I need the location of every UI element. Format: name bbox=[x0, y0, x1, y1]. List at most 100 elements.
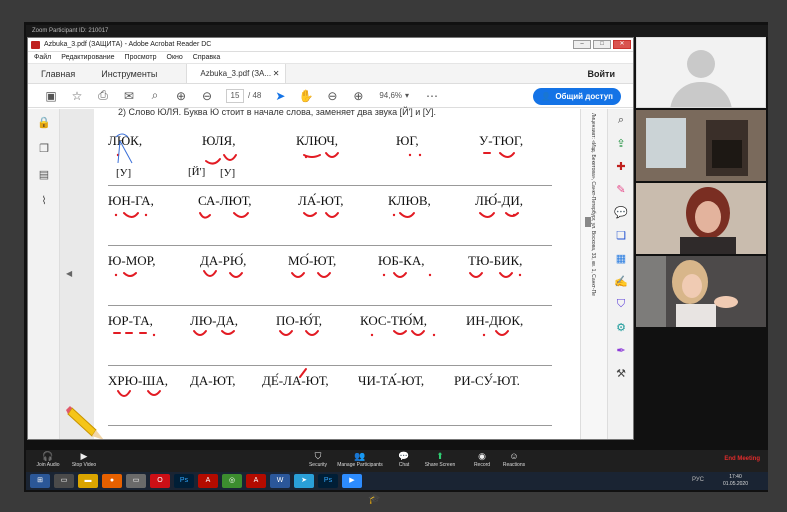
menu-edit[interactable]: Редактирование bbox=[61, 52, 114, 63]
telegram-icon[interactable]: ➤ bbox=[294, 474, 314, 488]
tab-home[interactable]: Главная bbox=[28, 64, 88, 83]
edit-pdf-icon[interactable]: ✎ bbox=[608, 178, 633, 201]
comment-icon[interactable]: 💬 bbox=[608, 201, 633, 224]
hand-tool-icon[interactable]: ✋ bbox=[293, 84, 319, 108]
export-pdf-icon[interactable]: ⇪ bbox=[608, 132, 633, 155]
chrome-icon[interactable]: ◎ bbox=[222, 474, 242, 488]
explorer-icon[interactable]: ▭ bbox=[54, 474, 74, 488]
bookmark-star-icon[interactable]: ☆ bbox=[64, 84, 90, 108]
left-navigation-rail: 🔒 ❐ ▤ ⌇ bbox=[28, 109, 60, 439]
acrobat-window: Azbuka_3.pdf (ЗАЩИТА) - Adobe Acrobat Re… bbox=[27, 37, 634, 440]
page-number-input[interactable]: 15 bbox=[226, 88, 244, 103]
search-icon[interactable]: ⌕ bbox=[142, 84, 168, 108]
acrobat-title: Azbuka_3.pdf (ЗАЩИТА) - Adobe Acrobat Re… bbox=[44, 41, 212, 48]
zoom-in-icon[interactable]: ⊕ bbox=[345, 84, 371, 108]
chat-label: Chat bbox=[398, 462, 410, 468]
ink-mark bbox=[469, 272, 483, 278]
manage-participants-button[interactable]: 👥 Manage Participants bbox=[334, 451, 386, 468]
print-icon[interactable]: ⎙ bbox=[90, 84, 116, 108]
system-tray-language[interactable]: РУС bbox=[692, 477, 704, 483]
ink-mark bbox=[123, 272, 137, 277]
screen: Zoom Participant ID: 210017 Azbuka_3.pdf… bbox=[0, 0, 787, 512]
ink-mark bbox=[505, 212, 519, 217]
app-icon[interactable]: ▭ bbox=[126, 474, 146, 488]
next-page-icon[interactable]: ⊖ bbox=[194, 84, 220, 108]
ink-mark bbox=[499, 152, 515, 158]
email-icon[interactable]: ✉ bbox=[116, 84, 142, 108]
maximize-button[interactable]: □ bbox=[593, 40, 611, 49]
attachment-icon[interactable]: ⌇ bbox=[28, 187, 60, 213]
ink-mark bbox=[279, 330, 293, 336]
share-button[interactable]: 👤 Общий доступ bbox=[533, 88, 621, 105]
menu-help[interactable]: Справка bbox=[193, 52, 220, 63]
ink-mark bbox=[317, 272, 331, 278]
opera-icon[interactable]: O bbox=[150, 474, 170, 488]
ink-mark bbox=[233, 212, 249, 218]
toolbar: ▣ ☆ ⎙ ✉ ⌕ ⊕ ⊖ 15 / 48 ➤ ✋ ⊖ ⊕ 94,6% ▾ ⋯ … bbox=[28, 84, 633, 108]
select-cursor-icon[interactable]: ➤ bbox=[267, 84, 293, 108]
participant-tile-no-video[interactable] bbox=[636, 37, 766, 108]
zoom-tool-icon[interactable]: ⌕ bbox=[608, 109, 633, 132]
reactions-button[interactable]: ☺ Reactions bbox=[492, 451, 536, 468]
zoom-select[interactable]: 94,6% ▾ bbox=[379, 91, 409, 100]
word-icon[interactable]: W bbox=[270, 474, 290, 488]
scroll-thumb[interactable] bbox=[585, 217, 591, 227]
send-for-signature-icon[interactable]: ✒ bbox=[608, 339, 633, 362]
zoom-app-icon[interactable]: ▶ bbox=[342, 474, 362, 488]
photoshop-icon-2[interactable]: Ps bbox=[318, 474, 338, 488]
zoom-out-icon[interactable]: ⊖ bbox=[319, 84, 345, 108]
stop-video-button[interactable]: ▶ Stop Video bbox=[62, 451, 106, 468]
acrobat-reader-icon[interactable]: A bbox=[246, 474, 266, 488]
participant-tile-student[interactable] bbox=[636, 256, 766, 327]
combine-files-icon[interactable]: ❏ bbox=[608, 224, 633, 247]
ink-mark bbox=[393, 272, 407, 278]
record-label: Record bbox=[473, 462, 491, 468]
fill-sign-icon[interactable]: ✍ bbox=[608, 270, 633, 293]
lock-icon[interactable]: 🔒 bbox=[28, 109, 60, 135]
folder-icon[interactable]: ▬ bbox=[78, 474, 98, 488]
acrobat-icon[interactable]: A bbox=[198, 474, 218, 488]
protect-icon[interactable]: ⛉ bbox=[608, 293, 633, 316]
close-tab-icon[interactable]: ✕ bbox=[273, 64, 280, 84]
participant-tile-video[interactable] bbox=[636, 110, 766, 181]
bookmarks-icon[interactable]: ❐ bbox=[28, 135, 60, 161]
end-meeting-button[interactable]: End Meeting bbox=[724, 456, 760, 462]
chevron-down-icon: ▾ bbox=[405, 91, 410, 100]
ink-mark bbox=[399, 212, 415, 218]
tab-document[interactable]: Azbuka_3.pdf (ЗА... ✕ bbox=[186, 64, 287, 84]
share-icon: ⬆ bbox=[436, 451, 444, 461]
ink-mark bbox=[291, 272, 305, 278]
tab-bar: Главная Инструменты Azbuka_3.pdf (ЗА... … bbox=[28, 64, 633, 84]
participant-tile-teacher[interactable] bbox=[636, 183, 766, 254]
prev-page-icon[interactable]: ⊕ bbox=[168, 84, 194, 108]
menu-window[interactable]: Окно bbox=[167, 52, 183, 63]
acrobat-logo-icon bbox=[31, 41, 40, 49]
graduation-cap-icon: 🎓 bbox=[368, 494, 381, 505]
photoshop-icon[interactable]: Ps bbox=[174, 474, 194, 488]
signin-button[interactable]: Войти bbox=[588, 64, 615, 84]
collapse-left-icon[interactable]: ◀ bbox=[66, 269, 72, 278]
tab-tools[interactable]: Инструменты bbox=[88, 64, 170, 83]
share-button-label: Общий доступ bbox=[555, 92, 613, 101]
minimize-button[interactable]: – bbox=[573, 40, 591, 49]
organize-pages-icon[interactable]: ▦ bbox=[608, 247, 633, 270]
menu-file[interactable]: Файл bbox=[34, 52, 51, 63]
close-button[interactable]: ✕ bbox=[613, 40, 631, 49]
ink-mark bbox=[223, 154, 237, 161]
create-pdf-icon[interactable]: ✚ bbox=[608, 155, 633, 178]
optimize-icon[interactable]: ⚙ bbox=[608, 316, 633, 339]
save-icon[interactable]: ▣ bbox=[38, 84, 64, 108]
ink-mark bbox=[199, 212, 211, 219]
page-total: / 48 bbox=[248, 91, 262, 100]
more-tools-rail-icon[interactable]: ⚒ bbox=[608, 362, 633, 385]
pages-icon[interactable]: ▤ bbox=[28, 161, 60, 187]
reactions-label: Reactions bbox=[502, 462, 526, 468]
firefox-icon[interactable]: ● bbox=[102, 474, 122, 488]
start-icon[interactable]: ⊞ bbox=[30, 474, 50, 488]
ink-mark bbox=[495, 330, 509, 336]
system-clock[interactable]: 17:40 01.05.2020 bbox=[723, 474, 748, 488]
menu-view[interactable]: Просмотр bbox=[125, 52, 157, 63]
ink-mark bbox=[325, 212, 339, 218]
share-screen-button[interactable]: ⬆ Share Screen bbox=[418, 451, 462, 468]
more-tools-icon[interactable]: ⋯ bbox=[419, 84, 445, 108]
